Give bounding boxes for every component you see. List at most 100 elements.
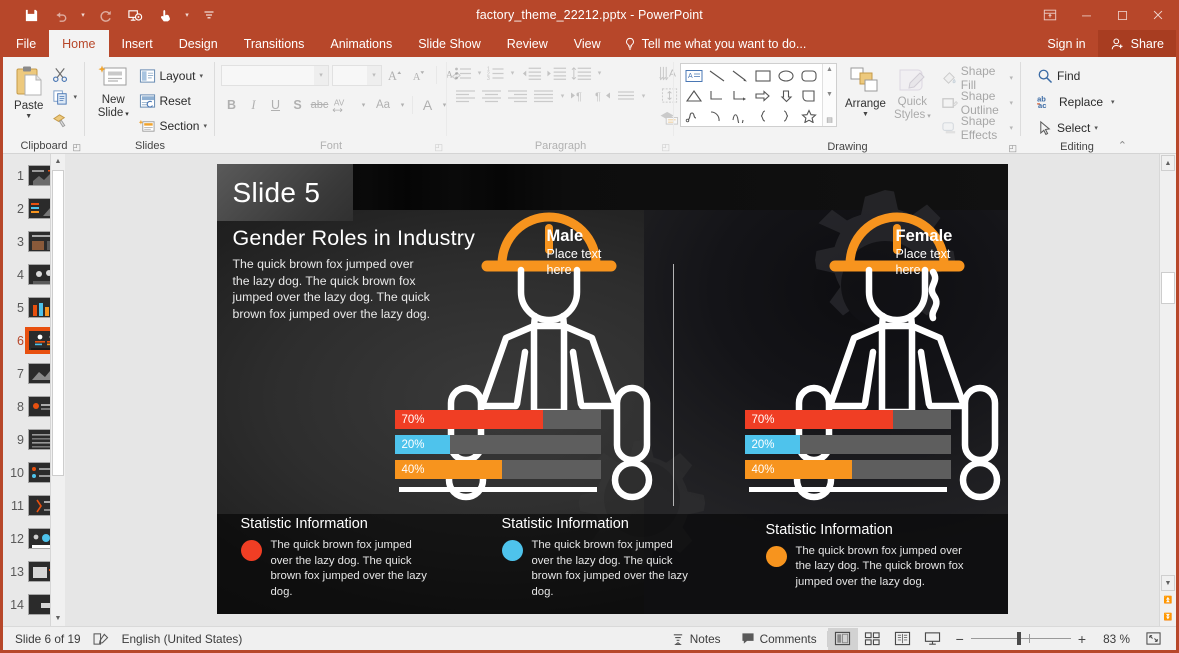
character-spacing-dropdown-icon[interactable]: ▾ — [358, 95, 369, 116]
sign-in-button[interactable]: Sign in — [1035, 30, 1097, 57]
left-brace-shape-icon[interactable] — [752, 106, 774, 125]
view-reading-button[interactable] — [888, 628, 918, 650]
shape-outline-button[interactable]: Shape Outline ▾ — [939, 92, 1015, 114]
align-left-button[interactable] — [453, 86, 478, 106]
close-icon[interactable] — [1140, 0, 1176, 30]
tab-design[interactable]: Design — [166, 30, 231, 57]
right-brace-shape-icon[interactable] — [775, 106, 797, 125]
tab-transitions[interactable]: Transitions — [231, 30, 318, 57]
tab-review[interactable]: Review — [494, 30, 561, 57]
thumbnail-scrollbar[interactable]: ▲ ▼ — [50, 154, 65, 626]
layout-dropdown-icon[interactable]: ▾ — [199, 72, 203, 80]
stat-block-1[interactable]: Statistic Information The quick brown fo… — [241, 516, 431, 600]
rounded-rectangle-shape-icon[interactable] — [798, 66, 820, 85]
align-center-button[interactable] — [479, 86, 504, 106]
paste-button[interactable]: Paste ▼ — [9, 61, 48, 121]
slide-editing-pane[interactable]: Slide 5 Gender Roles in Industry The qui… — [65, 154, 1159, 626]
change-case-button[interactable]: Aa — [370, 95, 396, 116]
scroll-thumb[interactable] — [1161, 272, 1175, 304]
tab-slide-show[interactable]: Slide Show — [405, 30, 494, 57]
bullets-dropdown-icon[interactable]: ▾ — [474, 63, 485, 83]
stat-block-2[interactable]: Statistic Information The quick brown fo… — [502, 516, 692, 600]
slide-body-text[interactable]: The quick brown fox jumped over the lazy… — [233, 256, 433, 322]
zoom-slider-handle[interactable] — [1017, 632, 1021, 645]
flowchart-shape-icon[interactable] — [798, 86, 820, 105]
male-bar-chart[interactable]: 70% 20% 40% — [395, 410, 601, 485]
view-slide-sorter-button[interactable] — [858, 628, 888, 650]
columns-button[interactable] — [615, 86, 637, 106]
format-painter-button[interactable] — [50, 109, 79, 131]
columns-dropdown-icon[interactable]: ▾ — [557, 86, 568, 106]
shapes-more-icon[interactable]: ▤ — [826, 116, 833, 124]
comments-button[interactable]: Comments — [731, 628, 827, 650]
numbering-dropdown-icon[interactable]: ▾ — [507, 63, 518, 83]
layout-button[interactable]: Layout ▾ — [137, 65, 209, 87]
zoom-control[interactable]: − + — [948, 631, 1094, 647]
ribbon-display-options-icon[interactable] — [1032, 0, 1068, 30]
scroll-down-icon[interactable]: ▼ — [1161, 575, 1175, 591]
select-button[interactable]: Select ▾ — [1035, 117, 1117, 139]
arrow-shape-icon[interactable] — [729, 66, 751, 85]
customize-quick-access-icon[interactable] — [195, 3, 223, 27]
quick-styles-button[interactable]: Quick Styles ▾ — [894, 63, 931, 123]
shape-fill-dropdown-icon[interactable]: ▾ — [1009, 74, 1013, 82]
increase-indent-button[interactable] — [544, 63, 568, 83]
touch-mode-dropdown-icon[interactable]: ▾ — [181, 3, 193, 27]
zoom-level-label[interactable]: 83 % — [1094, 632, 1130, 646]
undo-icon[interactable] — [47, 3, 75, 27]
right-arrow-shape-icon[interactable] — [752, 86, 774, 105]
tab-view[interactable]: View — [561, 30, 614, 57]
strikethrough-button[interactable]: abc — [309, 95, 330, 116]
thumbnail-scroll-down-icon[interactable]: ▼ — [51, 611, 65, 626]
start-presentation-icon[interactable] — [121, 3, 149, 27]
maximize-icon[interactable] — [1104, 0, 1140, 30]
bold-button[interactable]: B — [221, 95, 242, 116]
font-size-combo[interactable]: ▾ — [332, 65, 382, 86]
tab-animations[interactable]: Animations — [317, 30, 405, 57]
view-slide-show-button[interactable] — [918, 628, 948, 650]
font-family-dropdown-icon[interactable]: ▾ — [314, 66, 328, 85]
text-direction-rtl-button[interactable]: ¶ — [592, 86, 614, 106]
spelling-icon[interactable] — [93, 632, 110, 646]
paste-dropdown-icon[interactable]: ▼ — [25, 113, 32, 121]
tell-me-box[interactable]: Tell me what you want to do... — [614, 30, 817, 57]
copy-dropdown-icon[interactable]: ▾ — [73, 93, 77, 101]
text-shadow-button[interactable]: S — [287, 95, 308, 116]
redo-icon[interactable] — [91, 3, 119, 27]
undo-dropdown-icon[interactable]: ▾ — [77, 3, 89, 27]
thumbnail-scroll-up-icon[interactable]: ▲ — [51, 154, 65, 169]
columns-menu-icon[interactable]: ▾ — [638, 86, 649, 106]
previous-slide-icon[interactable]: ⏫ — [1161, 592, 1175, 608]
grow-font-button[interactable]: A — [385, 65, 406, 86]
female-label[interactable]: Female Place text here — [896, 226, 953, 278]
shape-fill-button[interactable]: Shape Fill ▾ — [939, 67, 1015, 89]
rectangle-shape-icon[interactable] — [752, 66, 774, 85]
clipboard-dialog-launcher[interactable]: ◰ — [72, 139, 81, 155]
slide-counter[interactable]: Slide 6 of 19 — [15, 632, 81, 646]
fit-slide-to-window-button[interactable] — [1138, 628, 1168, 650]
justify-button[interactable] — [531, 86, 556, 106]
tab-home[interactable]: Home — [49, 30, 108, 57]
italic-button[interactable]: I — [243, 95, 264, 116]
new-slide-button[interactable]: New Slide ▾ — [91, 61, 135, 121]
arc-shape-icon[interactable] — [706, 106, 728, 125]
underline-button[interactable]: U — [265, 95, 286, 116]
elbow-arrow-connector-icon[interactable] — [729, 86, 751, 105]
shapes-scroll-up-icon[interactable]: ▲ — [826, 66, 833, 73]
bullets-button[interactable] — [453, 63, 473, 83]
select-dropdown-icon[interactable]: ▾ — [1094, 124, 1098, 132]
replace-button[interactable]: abac Replace ▾ — [1035, 91, 1117, 113]
shape-effects-button[interactable]: Shape Effects ▾ — [939, 117, 1015, 139]
section-button[interactable]: Section ▾ — [137, 115, 209, 137]
star-shape-icon[interactable] — [798, 106, 820, 125]
oval-shape-icon[interactable] — [775, 66, 797, 85]
collapse-ribbon-button[interactable]: ⌃ — [1118, 138, 1127, 154]
triangle-shape-icon[interactable] — [683, 86, 705, 105]
language-indicator[interactable]: English (United States) — [122, 632, 243, 646]
curve-shape-icon[interactable] — [729, 106, 751, 125]
slide-thumbnail-pane[interactable]: 1 2 3 4 5 6 7 8 9 10 11 12 13 14 ▲ ▼ — [3, 154, 65, 626]
slide-title-chip[interactable]: Slide 5 — [217, 164, 353, 221]
next-slide-icon[interactable]: ⏬ — [1161, 609, 1175, 625]
shapes-gallery-scrollbar[interactable]: ▲ ▼ ▤ — [822, 64, 836, 126]
text-box-shape-icon[interactable]: A — [683, 66, 705, 85]
